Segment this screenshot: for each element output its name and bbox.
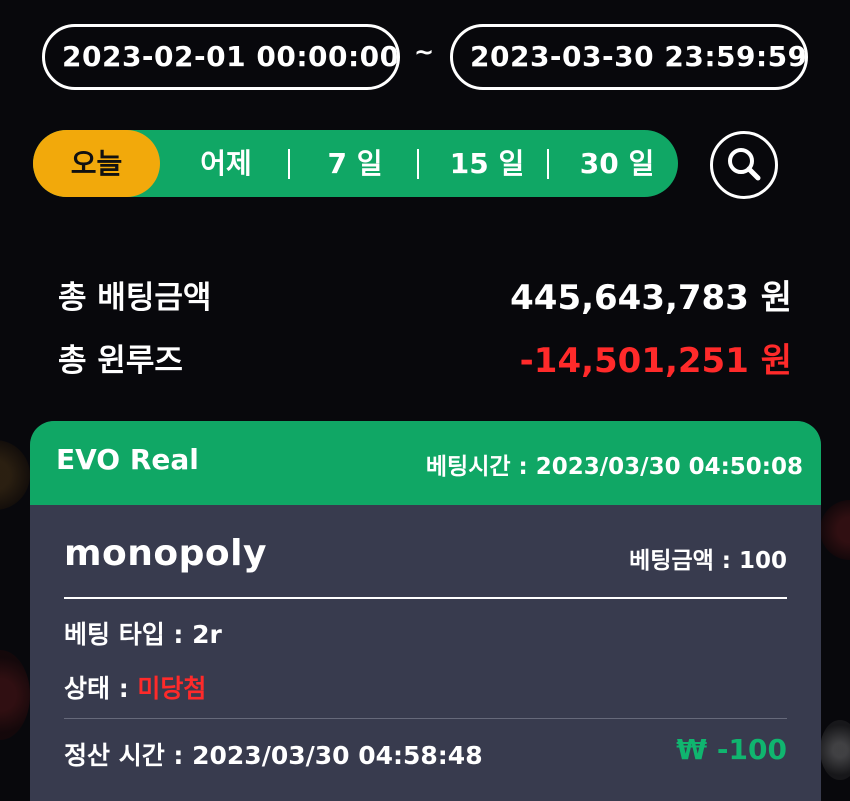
tab-divider bbox=[417, 149, 419, 179]
background-chip-decoration bbox=[0, 650, 30, 740]
end-date-input[interactable]: 2023-03-30 23:59:59 bbox=[450, 24, 808, 90]
win-loss-amount: ₩ -100 bbox=[676, 733, 787, 766]
settle-time: 정산 시간 : 2023/03/30 04:58:48 bbox=[64, 741, 483, 770]
total-winloss-label: 총 윈루즈 bbox=[58, 343, 183, 379]
bet-type: 베팅 타입 : 2r bbox=[64, 620, 222, 649]
tab-divider bbox=[288, 149, 290, 179]
bet-time: 베팅시간 : 2023/03/30 04:50:08 bbox=[425, 454, 803, 480]
background-chip-decoration bbox=[0, 440, 30, 510]
background-card-decoration bbox=[820, 720, 850, 780]
status-row: 상태 : 미당첨 bbox=[64, 669, 206, 705]
tab-divider bbox=[547, 149, 549, 179]
bet-card-header: EVO Real 베팅시간 : 2023/03/30 04:50:08 bbox=[30, 421, 821, 505]
tab-7-days[interactable]: 7 일 bbox=[309, 130, 401, 197]
status-label: 상태 : bbox=[64, 674, 138, 703]
status-value: 미당첨 bbox=[137, 674, 207, 703]
start-date-input[interactable]: 2023-02-01 00:00:00 bbox=[42, 24, 400, 90]
total-bet-label: 총 배팅금액 bbox=[58, 280, 212, 316]
date-range-filter: 2023-02-01 00:00:00 ~ 2023-03-30 23:59:5… bbox=[42, 24, 808, 94]
provider-name: EVO Real bbox=[56, 443, 199, 476]
card-divider bbox=[64, 597, 787, 599]
tab-30-days[interactable]: 30 일 bbox=[565, 130, 669, 197]
bet-history-card: EVO Real 베팅시간 : 2023/03/30 04:50:08 mono… bbox=[30, 421, 821, 801]
card-divider bbox=[64, 718, 787, 719]
search-icon bbox=[728, 148, 761, 181]
game-name: monopoly bbox=[64, 533, 267, 574]
tab-today[interactable]: 오늘 bbox=[33, 130, 160, 197]
period-tabs: 오늘 어제 7 일 15 일 30 일 bbox=[33, 130, 678, 197]
tab-yesterday[interactable]: 어제 bbox=[183, 130, 269, 197]
total-bet-value: 445,643,783 원 bbox=[510, 278, 792, 318]
search-button[interactable] bbox=[710, 131, 778, 199]
tab-15-days[interactable]: 15 일 bbox=[435, 130, 539, 197]
date-range-separator: ~ bbox=[414, 38, 435, 66]
total-winloss-value: -14,501,251 원 bbox=[519, 341, 792, 381]
bet-amount: 베팅금액 : 100 bbox=[629, 548, 787, 574]
background-chip-decoration bbox=[820, 500, 850, 560]
